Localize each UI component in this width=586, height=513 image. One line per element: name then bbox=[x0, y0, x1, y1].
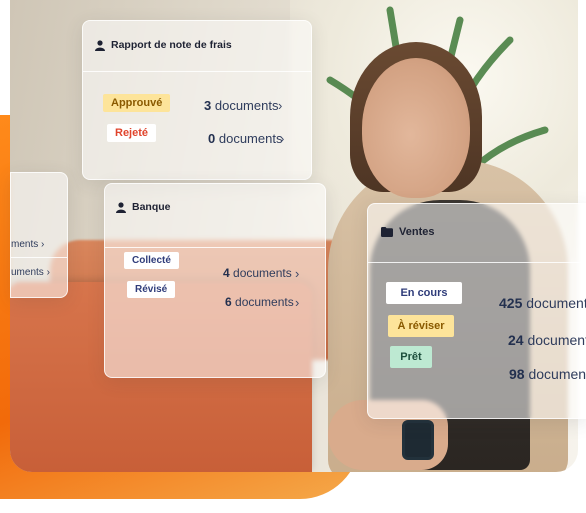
bank-title: Banque bbox=[132, 201, 171, 213]
status-badge-reviewed: Révisé bbox=[127, 281, 176, 298]
person-badge-icon bbox=[116, 201, 126, 213]
partial-row-1[interactable]: ments › bbox=[11, 239, 44, 250]
chevron-right-icon: › bbox=[46, 267, 50, 278]
status-badge-approved: Approuvé bbox=[103, 94, 171, 112]
chevron-right-icon[interactable]: › bbox=[280, 131, 284, 146]
status-badge-collected: Collecté bbox=[124, 252, 179, 269]
card-divider bbox=[11, 257, 67, 258]
partial-left-card: ments › uments › bbox=[10, 172, 68, 298]
chevron-right-icon[interactable]: › bbox=[278, 98, 282, 113]
status-badge-ready: Prêt bbox=[390, 346, 432, 368]
status-badge-in-progress: En cours bbox=[386, 282, 462, 304]
folder-icon bbox=[381, 227, 393, 237]
chevron-right-icon[interactable]: › bbox=[295, 295, 299, 310]
rejected-count[interactable]: 0 documents bbox=[208, 131, 282, 146]
expense-report-title: Rapport de note de frais bbox=[111, 39, 232, 51]
smartwatch bbox=[402, 420, 434, 460]
sales-header: Ventes bbox=[381, 226, 434, 238]
expense-report-header: Rapport de note de frais bbox=[95, 39, 232, 51]
status-badge-rejected: Rejeté bbox=[107, 124, 157, 142]
sales-title: Ventes bbox=[399, 226, 435, 238]
ready-count[interactable]: 98 documents bbox=[509, 366, 586, 382]
bank-card: Banque Collecté 4 documents › Révisé 6 d… bbox=[104, 183, 326, 378]
chevron-right-icon[interactable]: › bbox=[295, 266, 299, 281]
card-divider bbox=[83, 71, 311, 72]
status-badge-to-review: À réviser bbox=[388, 315, 454, 337]
collected-count[interactable]: 4 documents bbox=[223, 266, 292, 280]
reviewed-count[interactable]: 6 documents bbox=[225, 295, 294, 309]
bank-header: Banque bbox=[116, 201, 171, 213]
sales-card: Ventes En cours 425 documents À réviser … bbox=[367, 203, 586, 419]
card-divider bbox=[105, 247, 325, 248]
chevron-right-icon: › bbox=[41, 239, 45, 250]
approved-count[interactable]: 3 documents bbox=[204, 98, 278, 113]
expense-report-card: Rapport de note de frais Approuvé 3 docu… bbox=[82, 20, 312, 180]
in-progress-count[interactable]: 425 documents bbox=[499, 295, 586, 311]
to-review-count[interactable]: 24 documents bbox=[508, 332, 586, 348]
person-badge-icon bbox=[95, 39, 105, 51]
person-face bbox=[362, 58, 470, 198]
partial-row-2[interactable]: uments › bbox=[11, 267, 50, 278]
card-divider bbox=[368, 262, 586, 263]
